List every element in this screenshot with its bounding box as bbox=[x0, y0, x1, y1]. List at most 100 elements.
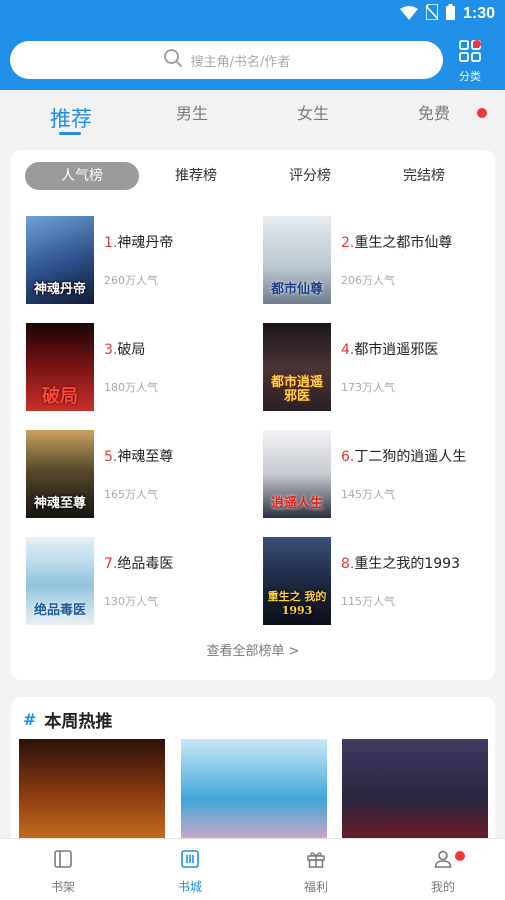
book-title: 都市逍遥邪医 bbox=[354, 342, 439, 358]
book-item[interactable]: 都市逍遥邪医 4.都市逍遥邪医 173万人气 bbox=[263, 323, 488, 411]
book-cover: 都市仙尊 bbox=[263, 216, 331, 304]
book-cover: 绝品毒医 bbox=[26, 537, 94, 625]
book-title-line: 3.破局 bbox=[104, 339, 145, 359]
cover-title: 绝品毒医 bbox=[33, 603, 86, 618]
book-item[interactable]: 破局 3.破局 180万人气 bbox=[26, 323, 251, 411]
user-icon bbox=[433, 849, 453, 873]
cover-title: 神魂丹帝 bbox=[33, 282, 86, 297]
book-cover: 重生之 我的1993 bbox=[263, 537, 331, 625]
cover-title: 神魂至尊 bbox=[33, 496, 86, 511]
status-time: 1:30 bbox=[462, 5, 495, 22]
channel-tabs: 推荐 男生 女生 免费 bbox=[0, 90, 505, 146]
book-item[interactable]: 绝品毒医 7.绝品毒医 130万人气 bbox=[26, 537, 251, 625]
bookstore-icon bbox=[180, 849, 200, 873]
book-title-line: 1.神魂丹帝 bbox=[104, 232, 173, 252]
book-popularity: 260万人气 bbox=[104, 274, 158, 287]
hot-book-cover[interactable] bbox=[19, 739, 165, 849]
book-rank: 7. bbox=[104, 556, 118, 572]
subtab-completed[interactable]: 完结榜 bbox=[367, 162, 481, 190]
section-header: # 本周热推 bbox=[23, 707, 112, 732]
bookshelf-icon bbox=[53, 849, 73, 873]
nav-label: 书架 bbox=[50, 880, 75, 894]
book-popularity: 206万人气 bbox=[341, 274, 395, 287]
nav-label: 福利 bbox=[303, 880, 328, 894]
book-rank: 1. bbox=[104, 235, 118, 251]
no-sim-icon bbox=[425, 3, 439, 24]
section-title: 本周热推 bbox=[44, 712, 113, 732]
book-title-line: 7.绝品毒医 bbox=[104, 553, 173, 573]
gift-icon bbox=[306, 849, 326, 873]
subtab-recommend[interactable]: 推荐榜 bbox=[139, 162, 253, 190]
book-title-line: 2.重生之都市仙尊 bbox=[341, 232, 452, 252]
ranking-subtabs: 人气榜 推荐榜 评分榜 完结榜 bbox=[25, 162, 481, 190]
app-header: 1:30 搜主角/书名/作者 分类 bbox=[0, 0, 505, 90]
book-title-line: 4.都市逍遥邪医 bbox=[341, 339, 438, 359]
tab-female[interactable]: 女生 bbox=[297, 100, 329, 124]
nav-label: 书城 bbox=[177, 880, 202, 894]
book-item[interactable]: 神魂丹帝 1.神魂丹帝 260万人气 bbox=[26, 216, 251, 304]
book-popularity: 115万人气 bbox=[341, 595, 395, 608]
book-title-line: 5.神魂至尊 bbox=[104, 446, 173, 466]
nav-benefits[interactable]: 福利 bbox=[286, 849, 346, 895]
book-rank: 3. bbox=[104, 342, 118, 358]
status-bar: 1:30 bbox=[399, 3, 495, 24]
nav-bookstore[interactable]: 书城 bbox=[160, 849, 220, 895]
book-cover: 都市逍遥邪医 bbox=[263, 323, 331, 411]
cover-title: 破局 bbox=[42, 386, 78, 407]
category-button[interactable]: 分类 bbox=[449, 40, 491, 86]
book-cover: 破局 bbox=[26, 323, 94, 411]
view-all-rankings-link[interactable]: 查看全部榜单 > bbox=[11, 640, 495, 659]
cover-title: 都市仙尊 bbox=[270, 282, 323, 297]
search-icon bbox=[163, 48, 183, 72]
book-item[interactable]: 逍遥人生 6.丁二狗的逍遥人生 145万人气 bbox=[263, 430, 488, 518]
book-item[interactable]: 神魂至尊 5.神魂至尊 165万人气 bbox=[26, 430, 251, 518]
search-placeholder: 搜主角/书名/作者 bbox=[190, 54, 291, 70]
nav-label: 我的 bbox=[430, 880, 455, 894]
hot-book-cover[interactable] bbox=[181, 739, 327, 849]
nav-profile[interactable]: 我的 bbox=[413, 849, 473, 895]
weekly-hot-card: # 本周热推 bbox=[11, 697, 495, 857]
book-rank: 8. bbox=[341, 556, 355, 572]
book-item[interactable]: 都市仙尊 2.重生之都市仙尊 206万人气 bbox=[263, 216, 488, 304]
cover-title: 都市逍遥邪医 bbox=[270, 375, 323, 404]
hash-icon: # bbox=[23, 710, 37, 729]
book-title: 绝品毒医 bbox=[117, 556, 174, 572]
subtab-popular[interactable]: 人气榜 bbox=[25, 162, 139, 190]
book-popularity: 180万人气 bbox=[104, 381, 158, 394]
book-cover: 逍遥人生 bbox=[263, 430, 331, 518]
book-title: 丁二狗的逍遥人生 bbox=[354, 449, 467, 465]
wifi-icon bbox=[399, 5, 418, 24]
search-input[interactable]: 搜主角/书名/作者 bbox=[10, 41, 443, 79]
book-item[interactable]: 重生之 我的1993 8.重生之我的1993 115万人气 bbox=[263, 537, 488, 625]
tab-recommend[interactable]: 推荐 bbox=[50, 103, 92, 133]
nav-bookshelf[interactable]: 书架 bbox=[33, 849, 93, 895]
profile-badge bbox=[455, 851, 465, 861]
tab-free-badge bbox=[477, 108, 487, 118]
book-popularity: 130万人气 bbox=[104, 595, 158, 608]
bottom-nav: 书架 书城 福利 我的 bbox=[0, 838, 505, 900]
book-popularity: 173万人气 bbox=[341, 381, 395, 394]
tab-male[interactable]: 男生 bbox=[176, 100, 208, 124]
book-title: 破局 bbox=[117, 342, 146, 358]
book-title-line: 8.重生之我的1993 bbox=[341, 553, 460, 573]
book-title: 神魂丹帝 bbox=[117, 235, 174, 251]
subtab-rating[interactable]: 评分榜 bbox=[253, 162, 367, 190]
cover-title: 重生之 我的1993 bbox=[267, 590, 327, 617]
cover-title: 逍遥人生 bbox=[270, 496, 323, 511]
hot-book-cover[interactable] bbox=[342, 739, 488, 849]
book-rank: 2. bbox=[341, 235, 355, 251]
book-rank: 4. bbox=[341, 342, 355, 358]
book-title: 重生之都市仙尊 bbox=[354, 235, 453, 251]
book-cover: 神魂丹帝 bbox=[26, 216, 94, 304]
book-popularity: 145万人气 bbox=[341, 488, 395, 501]
book-rank: 5. bbox=[104, 449, 118, 465]
book-cover: 神魂至尊 bbox=[26, 430, 94, 518]
category-label: 分类 bbox=[459, 70, 481, 83]
book-rank: 6. bbox=[341, 449, 355, 465]
category-badge bbox=[473, 40, 481, 48]
tab-free[interactable]: 免费 bbox=[418, 100, 450, 124]
book-title: 重生之我的1993 bbox=[354, 556, 460, 572]
book-title: 神魂至尊 bbox=[117, 449, 174, 465]
battery-icon bbox=[445, 4, 455, 24]
tab-active-indicator bbox=[59, 132, 81, 135]
